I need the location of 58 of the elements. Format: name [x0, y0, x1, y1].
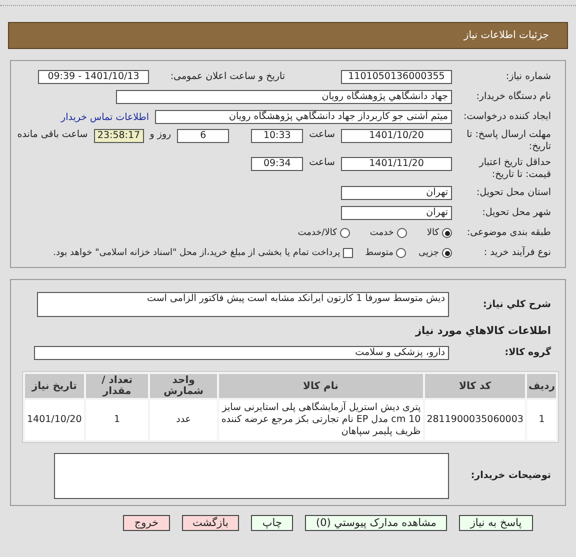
section-title: اطلاعات کالاهاي مورد نياز — [414, 325, 551, 337]
validity-time-field: 09:34 — [251, 157, 304, 171]
table-cell: 1 — [86, 400, 148, 440]
field-label: شرح کلي نياز: — [482, 298, 551, 310]
need-number-field: 1101050136000355 — [341, 70, 452, 84]
field-label: ساعت — [309, 157, 335, 168]
requester-field: میثم آشتی جو کاربرداز جهاد دانشگاهي پژوهشگاه رويان — [155, 110, 452, 124]
description-field: دیش متوسط سورفا 1 کارتون ایرانکد مشابه است پیش فاکتور الزامی است — [37, 292, 449, 317]
field-label: مهلت ارسال پاسخ: تا تاریخ: — [466, 129, 551, 153]
table-cell: 2811900035060003 — [424, 400, 526, 440]
process-radio[interactable]: جزیی — [418, 248, 452, 258]
category-radio[interactable]: کالا/خدمت — [298, 228, 350, 238]
column-header: رديف — [527, 374, 556, 398]
deadline-date-field: 1401/10/20 — [341, 129, 452, 143]
action-button[interactable]: پاسخ به نیاز — [459, 515, 533, 531]
notes-field[interactable] — [54, 453, 449, 499]
table-cell: پتری دیش استریل آزمایشگاهی پلی استایرنی سایز cm 10 مدل EP نام تجارتی بکز مرجع عرضه کننده ظریف پلیمر سپاهان — [218, 400, 423, 440]
column-header: تاریخ نیاز — [25, 374, 84, 398]
column-header: نام کالا — [218, 374, 423, 398]
process-radio[interactable]: متوسط — [365, 248, 406, 258]
announce-date-field: 1401/10/13 - 09:39 — [38, 70, 149, 84]
field-label: نوع فرآیند خرید : — [482, 247, 551, 259]
column-header: واحد شمارش — [150, 374, 217, 398]
field-label: ایجاد کننده درخواست: — [462, 111, 551, 123]
field-label: توضیحات خریدار: — [470, 470, 551, 482]
days-field: 6 — [177, 129, 230, 143]
field-label: نام دستگاه خریدار: — [475, 91, 551, 103]
field-label: شماره نیاز: — [504, 71, 551, 83]
table-cell: عدد — [150, 400, 217, 440]
field-label: طبقه بندی موضوعی: — [466, 227, 551, 239]
remaining-time-field: 23:58:17 — [94, 129, 144, 143]
table-cell: 1401/10/20 — [25, 400, 84, 440]
city-field: تهران — [341, 206, 452, 220]
column-header: کد کالا — [424, 374, 526, 398]
field-label: ساعت — [309, 129, 335, 140]
field-label: تاریخ و ساعت اعلان عمومی: — [169, 71, 285, 83]
goods-group-field: دارو، پزشکی و سلامت — [34, 346, 449, 360]
field-label: شهر محل تحویل: — [481, 207, 551, 219]
field-label: ساعت باقی مانده — [17, 129, 88, 140]
action-button[interactable]: چاپ — [251, 515, 293, 531]
buyer-field: جهاد دانشگاهي پژوهشگاه رويان — [116, 90, 452, 104]
category-radio[interactable]: کالا — [426, 228, 452, 238]
table-cell: 1 — [527, 400, 556, 440]
field-label: استان محل تحویل: — [475, 187, 551, 199]
page-title: جزئیات اطلاعات نیاز — [464, 30, 549, 41]
deadline-time-field: 10:33 — [251, 129, 304, 143]
category-radio[interactable]: خدمت — [370, 228, 407, 238]
treasury-checkbox[interactable]: پرداخت تمام یا بخشی از مبلغ خرید،از محل "اسناد خزانه اسلامی" خواهد بود. — [53, 248, 354, 258]
action-button[interactable]: بازگشت — [182, 515, 240, 531]
column-header: تعداد / مقدار — [86, 374, 148, 398]
buyer-contact-link[interactable]: اطلاعات تماس خریدار — [60, 112, 149, 122]
action-button[interactable]: خروج — [123, 515, 170, 531]
province-field: تهران — [341, 186, 452, 200]
field-label: روز و — [150, 129, 172, 140]
validity-date-field: 1401/11/20 — [341, 157, 452, 171]
field-label: حداقل تاریخ اعتبار قیمت: تا تاریخ: — [478, 157, 551, 181]
action-button[interactable]: مشاهده مدارک پیوستي (0) — [304, 515, 448, 531]
field-label: گروه کالا: — [504, 347, 551, 359]
